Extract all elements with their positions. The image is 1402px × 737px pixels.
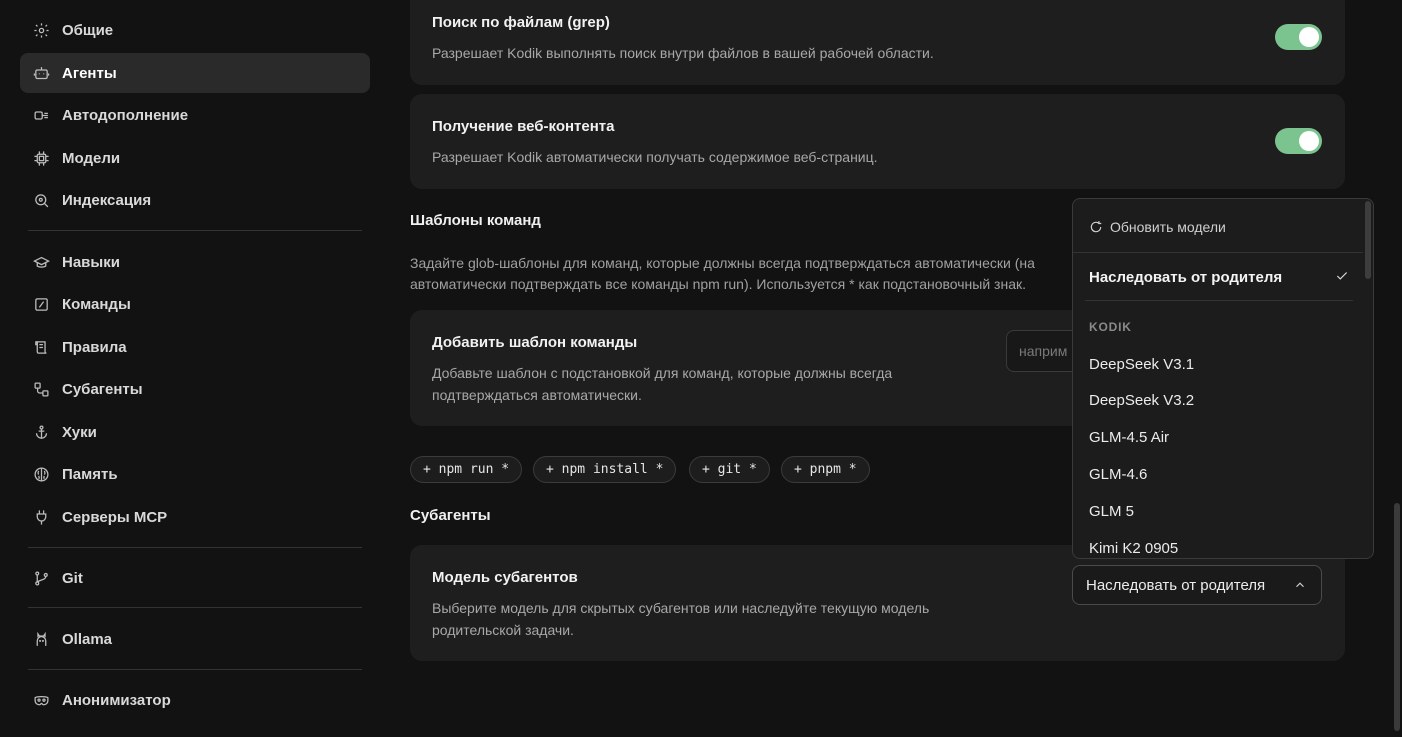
gear-icon — [32, 21, 50, 39]
toggle-knob — [1299, 131, 1319, 151]
sidebar-item-label: Память — [62, 465, 118, 483]
grep-description: Разрешает Kodik выполнять поиск внутри ф… — [432, 45, 934, 61]
sidebar-item-label: Серверы MCP — [62, 508, 168, 526]
web-fetch-description: Разрешает Kodik автоматически получать с… — [432, 149, 878, 165]
sidebar-divider — [28, 607, 362, 608]
sidebar-item-label: Агенты — [62, 64, 117, 82]
command-patterns-description-line2: автоматически подтверждать все команды n… — [410, 276, 1026, 292]
sidebar-divider — [28, 547, 362, 548]
robot-icon — [32, 64, 50, 82]
page-scrollbar-thumb[interactable] — [1394, 503, 1400, 731]
sidebar-item-memory[interactable]: Память — [20, 454, 370, 494]
grep-setting-card: Поиск по файлам (grep) Разрешает Kodik в… — [410, 0, 1345, 85]
subagent-model-description-line2: родительской задачи. — [432, 622, 574, 638]
command-icon — [32, 295, 50, 313]
dropdown-scrollbar[interactable] — [1363, 199, 1373, 558]
check-icon — [1335, 269, 1349, 283]
anchor-icon — [32, 423, 50, 441]
scroll-icon — [32, 338, 50, 356]
chevron-up-icon — [1293, 578, 1307, 592]
sidebar-item-git[interactable]: Git — [20, 558, 370, 598]
dropdown-group-label: KODIK — [1089, 320, 1132, 334]
grep-toggle[interactable] — [1275, 24, 1322, 50]
git-branch-icon — [32, 569, 50, 587]
brain-icon — [32, 465, 50, 483]
pattern-chip-pnpm[interactable]: + pnpm * — [781, 456, 870, 483]
chip-icon — [32, 149, 50, 167]
sidebar-item-rules[interactable]: Правила — [20, 327, 370, 367]
ollama-icon — [32, 630, 50, 648]
dropdown-option[interactable]: DeepSeek V3.1 — [1089, 356, 1194, 373]
sidebar-item-label: Команды — [62, 295, 131, 313]
subagent-model-description-line1: Выберите модель для скрытых субагентов и… — [432, 600, 930, 616]
sidebar-item-label: Модели — [62, 149, 121, 167]
sidebar-item-label: Git — [62, 569, 83, 587]
dropdown-option[interactable]: Kimi K2 0905 — [1089, 540, 1178, 557]
sidebar-divider — [28, 669, 362, 670]
subagent-model-select[interactable]: Наследовать от родителя — [1072, 565, 1322, 605]
toggle-knob — [1299, 27, 1319, 47]
sidebar-item-label: Субагенты — [62, 380, 143, 398]
sidebar-divider — [28, 230, 362, 231]
sidebar-item-label: Правила — [62, 338, 127, 356]
refresh-models-label: Обновить модели — [1110, 219, 1226, 235]
sidebar-item-subagents[interactable]: Субагенты — [20, 369, 370, 409]
pattern-chip-git[interactable]: + git * — [689, 456, 770, 483]
sidebar-item-commands[interactable]: Команды — [20, 284, 370, 324]
subagent-model-card: Модель субагентов Выберите модель для ск… — [410, 545, 1345, 661]
subagents-heading: Субагенты — [410, 507, 491, 524]
sidebar-item-label: Автодополнение — [62, 106, 189, 124]
index-search-icon — [32, 191, 50, 209]
dropdown-option[interactable]: GLM-4.5 Air — [1089, 429, 1169, 446]
dropdown-option[interactable]: DeepSeek V3.2 — [1089, 392, 1194, 409]
refresh-icon — [1089, 220, 1110, 234]
web-fetch-title: Получение веб-контента — [432, 118, 615, 135]
sidebar-item-hooks[interactable]: Хуки — [20, 412, 370, 452]
plug-icon — [32, 508, 50, 526]
sidebar-item-models[interactable]: Модели — [20, 138, 370, 178]
sidebar-item-general[interactable]: Общие — [20, 10, 370, 50]
sidebar-item-label: Хуки — [62, 423, 97, 441]
dropdown-option-inherit[interactable]: Наследовать от родителя — [1089, 269, 1282, 286]
sidebar-item-label: Навыки — [62, 253, 120, 271]
command-patterns-heading: Шаблоны команд — [410, 212, 541, 229]
autocomplete-icon — [32, 106, 50, 124]
subagents-icon — [32, 380, 50, 398]
dropdown-scrollbar-thumb[interactable] — [1365, 201, 1371, 279]
sidebar-item-agents[interactable]: Агенты — [20, 53, 370, 93]
select-value: Наследовать от родителя — [1086, 576, 1266, 594]
add-pattern-description-line1: Добавьте шаблон с подстановкой для коман… — [432, 365, 893, 381]
refresh-models-button[interactable]: Обновить модели — [1089, 219, 1226, 235]
dropdown-option[interactable]: GLM-4.6 — [1089, 466, 1147, 483]
web-fetch-setting-card: Получение веб-контента Разрешает Kodik а… — [410, 94, 1345, 189]
pattern-chip-npm-run[interactable]: + npm run * — [410, 456, 523, 483]
sidebar-item-skills[interactable]: Навыки — [20, 242, 370, 282]
sidebar-item-label: Анонимизатор — [62, 691, 171, 709]
dropdown-divider — [1073, 252, 1363, 253]
web-fetch-toggle[interactable] — [1275, 128, 1322, 154]
model-dropdown: Обновить модели Наследовать от родителя … — [1072, 198, 1374, 559]
sidebar-item-label: Общие — [62, 21, 114, 39]
sidebar-item-mcp-servers[interactable]: Серверы MCP — [20, 497, 370, 537]
sidebar-item-anonymizer[interactable]: Анонимизатор — [20, 680, 370, 720]
sidebar-item-indexing[interactable]: Индексация — [20, 180, 370, 220]
sidebar-item-autocomplete[interactable]: Автодополнение — [20, 95, 370, 135]
subagent-model-title: Модель субагентов — [432, 569, 578, 586]
command-patterns-description-line1: Задайте glob-шаблоны для команд, которые… — [410, 255, 1035, 271]
sidebar: Общие Агенты Автодополнение Модели Индек… — [0, 0, 390, 737]
sidebar-item-ollama[interactable]: Ollama — [20, 619, 370, 659]
dropdown-divider — [1085, 300, 1353, 301]
sidebar-item-label: Индексация — [62, 191, 152, 209]
add-pattern-description-line2: подтверждаться автоматически. — [432, 387, 642, 403]
sidebar-item-label: Ollama — [62, 630, 113, 648]
grep-title: Поиск по файлам (grep) — [432, 14, 610, 31]
pattern-chip-npm-install[interactable]: + npm install * — [533, 456, 677, 483]
mask-icon — [32, 691, 50, 709]
graduation-cap-icon — [32, 253, 50, 271]
add-pattern-title: Добавить шаблон команды — [432, 334, 638, 351]
dropdown-option[interactable]: GLM 5 — [1089, 503, 1134, 520]
